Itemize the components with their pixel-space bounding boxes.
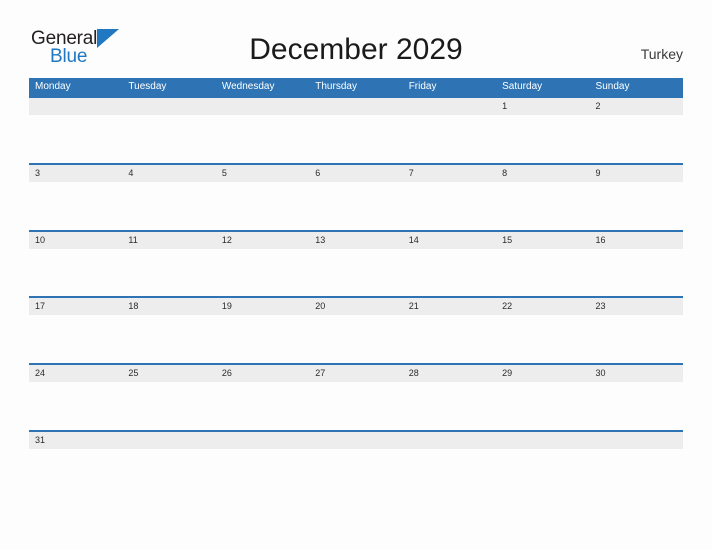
weekday-header-thursday: Thursday — [315, 81, 357, 92]
week-event-area[interactable] — [29, 248, 683, 297]
week-event-area[interactable] — [29, 315, 683, 364]
day-cell[interactable]: 20 — [309, 298, 402, 315]
day-cell[interactable]: 13 — [309, 232, 402, 249]
day-cell[interactable]: 7 — [403, 165, 496, 182]
day-cell[interactable] — [122, 432, 215, 449]
week-event-area[interactable] — [29, 448, 683, 497]
day-cell[interactable]: 10 — [29, 232, 122, 249]
weekday-header-saturday: Saturday — [502, 81, 543, 92]
day-cell[interactable]: 1 — [496, 98, 589, 115]
weekday-header-monday: Monday — [35, 81, 71, 92]
day-cell[interactable] — [309, 432, 402, 449]
day-cell[interactable] — [216, 98, 309, 115]
day-cell[interactable]: 3 — [29, 165, 122, 182]
week-row: 31 — [29, 429, 683, 497]
day-cell[interactable]: 29 — [496, 365, 589, 382]
day-cell[interactable]: 30 — [590, 365, 683, 382]
day-cell[interactable] — [403, 98, 496, 115]
calendar-grid: Monday Tuesday Wednesday Thursday Friday… — [29, 78, 683, 497]
day-cell[interactable] — [309, 98, 402, 115]
day-cell[interactable]: 18 — [122, 298, 215, 315]
week-date-band: 10 11 12 13 14 15 16 — [29, 231, 683, 249]
week-event-area[interactable] — [29, 115, 683, 163]
day-cell[interactable]: 8 — [496, 165, 589, 182]
week-row: 24 25 26 27 28 29 30 — [29, 363, 683, 430]
day-cell[interactable]: 31 — [29, 432, 122, 449]
day-cell[interactable]: 17 — [29, 298, 122, 315]
week-event-area[interactable] — [29, 382, 683, 430]
week-date-band: 31 — [29, 431, 683, 449]
week-event-area[interactable] — [29, 181, 683, 230]
day-cell[interactable] — [590, 432, 683, 449]
day-cell[interactable]: 15 — [496, 232, 589, 249]
day-cell[interactable]: 26 — [216, 365, 309, 382]
day-cell[interactable] — [403, 432, 496, 449]
week-date-band: 1 2 — [29, 98, 683, 115]
day-cell[interactable] — [122, 98, 215, 115]
day-cell[interactable]: 21 — [403, 298, 496, 315]
day-cell[interactable]: 25 — [122, 365, 215, 382]
day-cell[interactable] — [216, 432, 309, 449]
page-header: General Blue December 2029 Turkey — [0, 0, 712, 78]
day-cell[interactable]: 27 — [309, 365, 402, 382]
day-cell[interactable]: 6 — [309, 165, 402, 182]
day-cell[interactable]: 12 — [216, 232, 309, 249]
day-cell[interactable]: 4 — [122, 165, 215, 182]
day-cell[interactable]: 22 — [496, 298, 589, 315]
week-date-band: 3 4 5 6 7 8 9 — [29, 164, 683, 182]
day-cell[interactable]: 24 — [29, 365, 122, 382]
weekday-header-sunday: Sunday — [595, 81, 630, 92]
page-title: December 2029 — [249, 33, 463, 66]
day-cell[interactable]: 11 — [122, 232, 215, 249]
week-row: 1 2 — [29, 96, 683, 163]
day-cell[interactable]: 23 — [590, 298, 683, 315]
day-cell[interactable] — [496, 432, 589, 449]
week-date-band: 17 18 19 20 21 22 23 — [29, 298, 683, 316]
weekday-header-row: Monday Tuesday Wednesday Thursday Friday… — [29, 78, 683, 96]
weekday-header-tuesday: Tuesday — [128, 81, 167, 92]
day-cell[interactable]: 16 — [590, 232, 683, 249]
day-cell[interactable]: 5 — [216, 165, 309, 182]
week-date-band: 24 25 26 27 28 29 30 — [29, 365, 683, 383]
day-cell[interactable] — [29, 98, 122, 115]
day-cell[interactable]: 19 — [216, 298, 309, 315]
weekday-header-friday: Friday — [408, 81, 437, 92]
week-row: 10 11 12 13 14 15 16 — [29, 229, 683, 297]
weekday-header-wednesday: Wednesday — [221, 81, 275, 92]
day-cell[interactable]: 28 — [403, 365, 496, 382]
week-row: 17 18 19 20 21 22 23 — [29, 296, 683, 364]
week-row: 3 4 5 6 7 8 9 — [29, 162, 683, 230]
region-label: Turkey — [640, 46, 683, 62]
calendar-page: General Blue December 2029 Turkey Monday… — [0, 0, 712, 550]
day-cell[interactable]: 9 — [590, 165, 683, 182]
day-cell[interactable]: 2 — [590, 98, 683, 115]
day-cell[interactable]: 14 — [403, 232, 496, 249]
